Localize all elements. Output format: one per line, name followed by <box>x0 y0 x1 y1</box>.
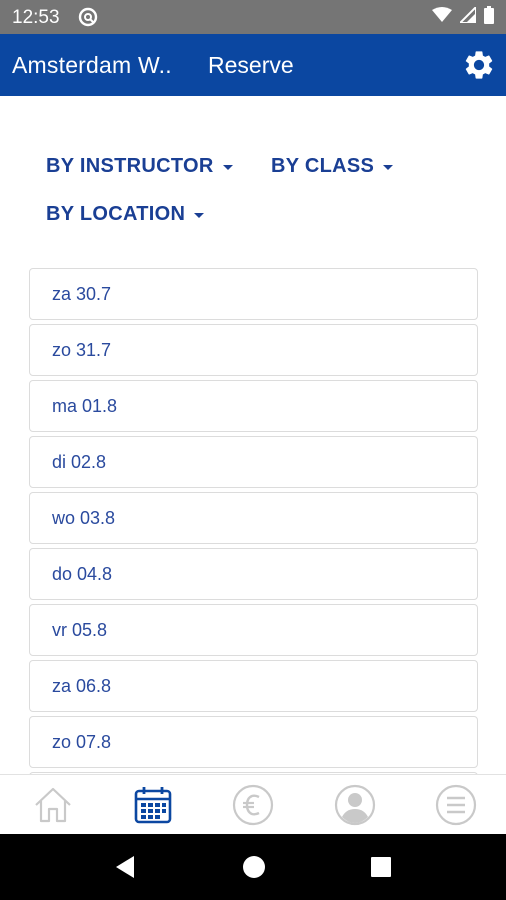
system-navigation-bar <box>0 834 506 900</box>
back-triangle-icon <box>116 856 134 878</box>
date-item[interactable]: vr 05.8 <box>29 604 478 656</box>
date-item[interactable]: di 02.8 <box>29 436 478 488</box>
filter-by-class[interactable]: BY CLASS <box>271 155 394 178</box>
profile-icon <box>334 784 376 826</box>
app-subtitle: Reserve <box>208 52 294 78</box>
date-item[interactable]: za 06.8 <box>29 660 478 712</box>
date-item[interactable]: ma 01.8 <box>29 380 478 432</box>
recents-button[interactable] <box>367 853 395 881</box>
home-system-button[interactable] <box>240 853 268 881</box>
home-icon <box>35 787 71 823</box>
settings-button[interactable] <box>462 48 496 82</box>
date-label: zo 07.8 <box>52 732 112 752</box>
date-label: za 30.7 <box>52 284 112 304</box>
date-item[interactable]: do 04.8 <box>29 548 478 600</box>
bottom-navigation <box>0 774 506 834</box>
status-time: 12:53 <box>12 7 60 28</box>
nav-schedule-button[interactable] <box>128 781 178 829</box>
nav-menu-button[interactable] <box>431 781 481 829</box>
date-label: za 06.8 <box>52 676 112 696</box>
filter-by-location-label: BY LOCATION <box>46 203 186 225</box>
menu-icon <box>435 784 477 826</box>
signal-icon <box>457 4 477 28</box>
date-label: wo 03.8 <box>52 508 116 528</box>
date-item[interactable]: zo 31.7 <box>29 324 478 376</box>
date-label: vr 05.8 <box>52 620 108 640</box>
date-list[interactable]: za 30.7 zo 31.7 ma 01.8 di 02.8 wo 03.8 … <box>29 268 478 774</box>
app-title: Amsterdam W.. <box>12 52 172 78</box>
back-button[interactable] <box>112 853 140 881</box>
filter-by-instructor[interactable]: BY INSTRUCTOR <box>46 155 233 178</box>
status-bar: 12:53 <box>0 0 506 34</box>
euro-icon <box>232 784 274 826</box>
date-label: ma 01.8 <box>52 396 118 416</box>
filter-by-class-label: BY CLASS <box>271 155 375 177</box>
filter-by-location[interactable]: BY LOCATION <box>46 203 205 226</box>
caret-down-icon <box>383 165 394 170</box>
status-icons <box>432 4 494 29</box>
caret-down-icon <box>222 165 233 170</box>
filter-by-instructor-label: BY INSTRUCTOR <box>46 155 214 177</box>
home-circle-icon <box>243 856 265 878</box>
date-item[interactable]: za 30.7 <box>29 268 478 320</box>
notification-app-icon <box>78 7 98 27</box>
nav-profile-button[interactable] <box>330 781 380 829</box>
date-item[interactable]: wo 03.8 <box>29 492 478 544</box>
date-label: di 02.8 <box>52 452 107 472</box>
wifi-icon <box>432 6 452 28</box>
date-label: zo 31.7 <box>52 340 112 360</box>
date-label: do 04.8 <box>52 564 113 584</box>
nav-home-button[interactable] <box>28 781 78 829</box>
calendar-icon <box>134 787 172 824</box>
app-bar: Amsterdam W.. Reserve <box>0 34 506 96</box>
date-item[interactable]: zo 07.8 <box>29 716 478 768</box>
gear-icon <box>465 51 493 79</box>
battery-icon <box>484 5 494 29</box>
recents-square-icon <box>371 857 391 877</box>
nav-pricing-button[interactable] <box>228 781 278 829</box>
caret-down-icon <box>194 213 205 218</box>
